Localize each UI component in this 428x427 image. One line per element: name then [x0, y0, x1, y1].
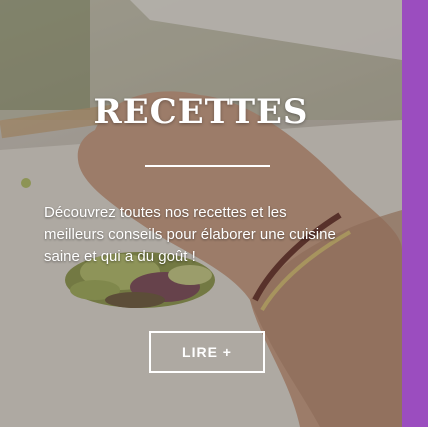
recipes-card: RECETTES Découvrez toutes nos recettes e…: [0, 0, 428, 427]
accent-bar: [402, 0, 428, 427]
card-title: RECETTES: [93, 92, 309, 132]
title-divider: [145, 165, 270, 167]
card-description: Découvrez toutes nos recettes et les mei…: [44, 204, 336, 265]
read-more-button[interactable]: LIRE +: [149, 331, 265, 373]
